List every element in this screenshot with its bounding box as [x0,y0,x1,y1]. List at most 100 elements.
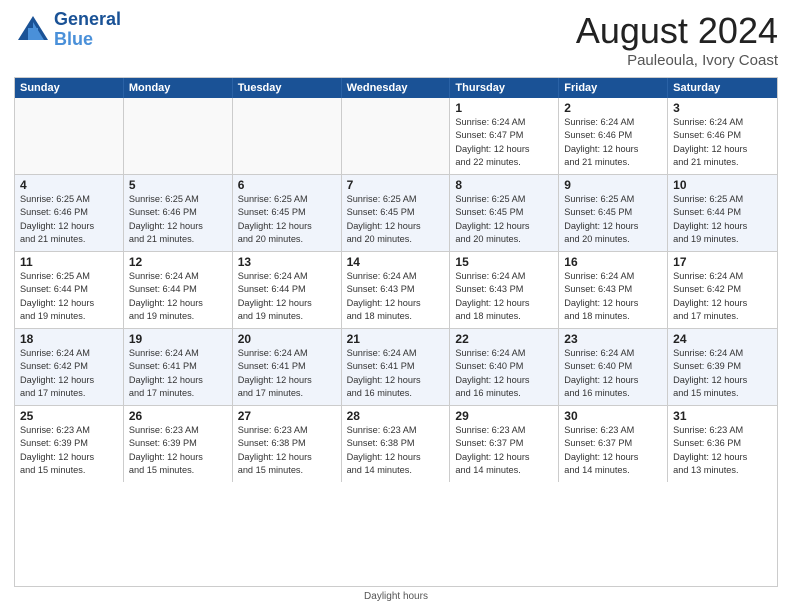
day-number: 6 [238,178,336,192]
calendar-cell: 20Sunrise: 6:24 AM Sunset: 6:41 PM Dayli… [233,329,342,405]
calendar: SundayMondayTuesdayWednesdayThursdayFrid… [14,77,778,587]
calendar-cell: 17Sunrise: 6:24 AM Sunset: 6:42 PM Dayli… [668,252,777,328]
calendar-cell [233,98,342,174]
day-number: 29 [455,409,553,423]
day-number: 8 [455,178,553,192]
calendar-cell: 14Sunrise: 6:24 AM Sunset: 6:43 PM Dayli… [342,252,451,328]
calendar-cell: 12Sunrise: 6:24 AM Sunset: 6:44 PM Dayli… [124,252,233,328]
day-number: 11 [20,255,118,269]
month-title: August 2024 [576,10,778,52]
calendar-body: 1Sunrise: 6:24 AM Sunset: 6:47 PM Daylig… [15,98,777,482]
cell-info: Sunrise: 6:23 AM Sunset: 6:38 PM Dayligh… [347,424,445,477]
day-number: 15 [455,255,553,269]
cell-info: Sunrise: 6:25 AM Sunset: 6:45 PM Dayligh… [347,193,445,246]
cell-info: Sunrise: 6:24 AM Sunset: 6:41 PM Dayligh… [129,347,227,400]
day-number: 18 [20,332,118,346]
day-number: 17 [673,255,772,269]
day-number: 31 [673,409,772,423]
cell-info: Sunrise: 6:25 AM Sunset: 6:45 PM Dayligh… [238,193,336,246]
calendar-cell: 28Sunrise: 6:23 AM Sunset: 6:38 PM Dayli… [342,406,451,482]
cell-info: Sunrise: 6:24 AM Sunset: 6:41 PM Dayligh… [347,347,445,400]
cell-info: Sunrise: 6:24 AM Sunset: 6:43 PM Dayligh… [564,270,662,323]
logo-text: General Blue [54,10,121,50]
day-number: 3 [673,101,772,115]
cell-info: Sunrise: 6:24 AM Sunset: 6:40 PM Dayligh… [564,347,662,400]
calendar-cell: 26Sunrise: 6:23 AM Sunset: 6:39 PM Dayli… [124,406,233,482]
day-number: 26 [129,409,227,423]
day-number: 20 [238,332,336,346]
day-number: 4 [20,178,118,192]
calendar-cell [15,98,124,174]
cell-info: Sunrise: 6:25 AM Sunset: 6:46 PM Dayligh… [20,193,118,246]
calendar-row-0: 1Sunrise: 6:24 AM Sunset: 6:47 PM Daylig… [15,98,777,175]
cell-info: Sunrise: 6:24 AM Sunset: 6:42 PM Dayligh… [20,347,118,400]
cell-info: Sunrise: 6:24 AM Sunset: 6:40 PM Dayligh… [455,347,553,400]
cell-info: Sunrise: 6:24 AM Sunset: 6:39 PM Dayligh… [673,347,772,400]
cell-info: Sunrise: 6:24 AM Sunset: 6:44 PM Dayligh… [238,270,336,323]
calendar-cell: 31Sunrise: 6:23 AM Sunset: 6:36 PM Dayli… [668,406,777,482]
header-day-tuesday: Tuesday [233,78,342,98]
day-number: 2 [564,101,662,115]
header-day-thursday: Thursday [450,78,559,98]
calendar-cell: 8Sunrise: 6:25 AM Sunset: 6:45 PM Daylig… [450,175,559,251]
main-container: General Blue August 2024 Pauleoula, Ivor… [0,0,792,612]
page-header: General Blue August 2024 Pauleoula, Ivor… [14,10,778,69]
calendar-cell [124,98,233,174]
day-number: 9 [564,178,662,192]
cell-info: Sunrise: 6:24 AM Sunset: 6:47 PM Dayligh… [455,116,553,169]
cell-info: Sunrise: 6:24 AM Sunset: 6:43 PM Dayligh… [347,270,445,323]
day-number: 27 [238,409,336,423]
calendar-cell: 22Sunrise: 6:24 AM Sunset: 6:40 PM Dayli… [450,329,559,405]
calendar-row-1: 4Sunrise: 6:25 AM Sunset: 6:46 PM Daylig… [15,175,777,252]
calendar-cell: 29Sunrise: 6:23 AM Sunset: 6:37 PM Dayli… [450,406,559,482]
calendar-cell: 15Sunrise: 6:24 AM Sunset: 6:43 PM Dayli… [450,252,559,328]
cell-info: Sunrise: 6:24 AM Sunset: 6:41 PM Dayligh… [238,347,336,400]
day-number: 21 [347,332,445,346]
cell-info: Sunrise: 6:23 AM Sunset: 6:37 PM Dayligh… [455,424,553,477]
calendar-cell: 4Sunrise: 6:25 AM Sunset: 6:46 PM Daylig… [15,175,124,251]
cell-info: Sunrise: 6:23 AM Sunset: 6:36 PM Dayligh… [673,424,772,477]
calendar-cell: 25Sunrise: 6:23 AM Sunset: 6:39 PM Dayli… [15,406,124,482]
footer-note: Daylight hours [14,591,778,602]
calendar-cell [342,98,451,174]
cell-info: Sunrise: 6:25 AM Sunset: 6:45 PM Dayligh… [564,193,662,246]
calendar-cell: 23Sunrise: 6:24 AM Sunset: 6:40 PM Dayli… [559,329,668,405]
cell-info: Sunrise: 6:25 AM Sunset: 6:46 PM Dayligh… [129,193,227,246]
calendar-row-4: 25 Sunrise: 6:23 AM Sunset: 6:39 PM Dayli… [15,406,777,482]
day-number: 28 [347,409,445,423]
cell-info: Sunrise: 6:23 AM Sunset: 6:39 PM Dayligh… [129,424,227,477]
title-area: August 2024 Pauleoula, Ivory Coast [576,10,778,69]
calendar-cell: 5Sunrise: 6:25 AM Sunset: 6:46 PM Daylig… [124,175,233,251]
calendar-cell: 6Sunrise: 6:25 AM Sunset: 6:45 PM Daylig… [233,175,342,251]
cell-info: Sunrise: 6:24 AM Sunset: 6:42 PM Dayligh… [673,270,772,323]
day-number: 25 [20,409,118,423]
cell-info: Sunrise: 6:23 AM Sunset: 6:38 PM Dayligh… [238,424,336,477]
calendar-row-3: 18Sunrise: 6:24 AM Sunset: 6:42 PM Dayli… [15,329,777,406]
header-day-friday: Friday [559,78,668,98]
calendar-header: SundayMondayTuesdayWednesdayThursdayFrid… [15,78,777,98]
cell-info: Sunrise: 6:24 AM Sunset: 6:46 PM Dayligh… [564,116,662,169]
calendar-cell: 24Sunrise: 6:24 AM Sunset: 6:39 PM Dayli… [668,329,777,405]
calendar-row-2: 11Sunrise: 6:25 AM Sunset: 6:44 PM Dayli… [15,252,777,329]
cell-info: Sunrise: 6:25 AM Sunset: 6:44 PM Dayligh… [673,193,772,246]
cell-info: Sunrise: 6:25 AM Sunset: 6:45 PM Dayligh… [455,193,553,246]
calendar-cell: 3Sunrise: 6:24 AM Sunset: 6:46 PM Daylig… [668,98,777,174]
cell-info: Sunrise: 6:24 AM Sunset: 6:46 PM Dayligh… [673,116,772,169]
cell-info: Sunrise: 6:23 AM Sunset: 6:37 PM Dayligh… [564,424,662,477]
header-day-sunday: Sunday [15,78,124,98]
day-number: 22 [455,332,553,346]
cell-info: Sunrise: 6:25 AM Sunset: 6:44 PM Dayligh… [20,270,118,323]
calendar-cell: 19Sunrise: 6:24 AM Sunset: 6:41 PM Dayli… [124,329,233,405]
day-number: 10 [673,178,772,192]
location: Pauleoula, Ivory Coast [576,52,778,69]
day-number: 23 [564,332,662,346]
day-number: 19 [129,332,227,346]
calendar-cell: 30Sunrise: 6:23 AM Sunset: 6:37 PM Dayli… [559,406,668,482]
calendar-cell: 2Sunrise: 6:24 AM Sunset: 6:46 PM Daylig… [559,98,668,174]
day-number: 24 [673,332,772,346]
day-number: 14 [347,255,445,269]
day-number: 7 [347,178,445,192]
day-number: 5 [129,178,227,192]
day-number: 16 [564,255,662,269]
day-number: 1 [455,101,553,115]
